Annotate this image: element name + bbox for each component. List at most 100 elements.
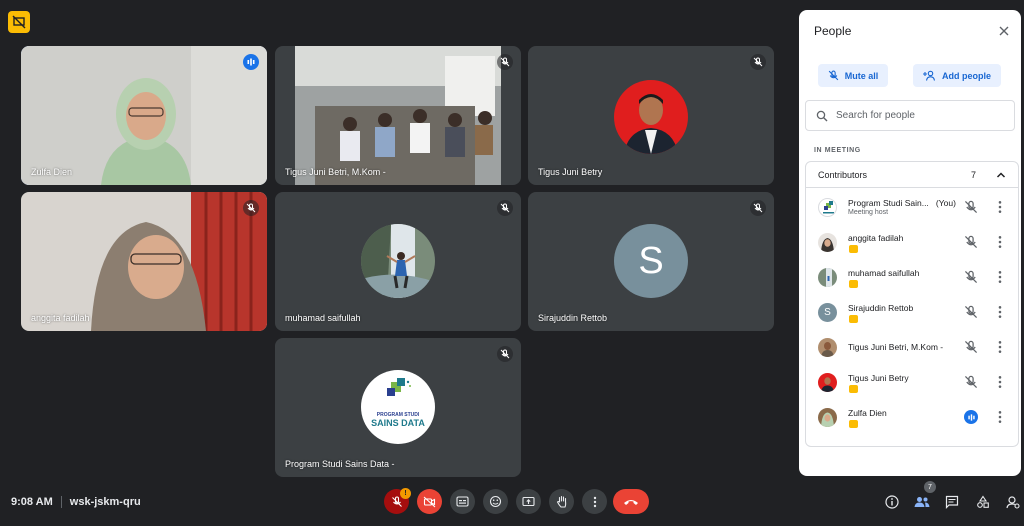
in-meeting-label: IN MEETING (814, 147, 861, 154)
participant-tile-zulfa-dien[interactable]: Zulfa Dien (21, 46, 267, 185)
search-input[interactable] (836, 110, 996, 121)
participant-name: Tigus Juni Betry (848, 373, 909, 383)
more-options-button[interactable] (582, 489, 607, 514)
participant-tile-program-studi-sains-data[interactable]: PROGRAM STUDI SAINS DATA Program Studi S… (275, 338, 521, 477)
participant-name: muhamad saifullah (285, 313, 361, 323)
add-people-button[interactable]: Add people (913, 64, 1001, 87)
chevron-up-icon (996, 172, 1006, 178)
participant-name: Tigus Juni Betri, M.Kom - (848, 342, 944, 352)
mic-off-icon (828, 70, 839, 81)
mic-off-icon[interactable] (964, 200, 978, 214)
close-icon[interactable] (997, 24, 1011, 38)
avatar-initial: S (638, 239, 664, 282)
search-box (805, 100, 1015, 131)
participant-row[interactable]: Tigus Juni Betri, M.Kom - (806, 332, 1018, 362)
participant-avatar (361, 224, 435, 298)
chat-button[interactable] (942, 492, 962, 512)
more-vert-icon[interactable] (996, 340, 1004, 354)
participant-avatar (614, 80, 688, 154)
present-button[interactable] (516, 489, 541, 514)
participant-row[interactable]: Tigus Juni Betry (806, 367, 1018, 397)
reactions-button[interactable] (483, 489, 508, 514)
people-count-badge: 7 (924, 481, 936, 493)
participant-avatar: S (614, 224, 688, 298)
participant-name: Sirajuddin Rettob (848, 303, 914, 313)
presentation-off-icon (849, 385, 858, 393)
more-vert-icon[interactable] (996, 200, 1004, 214)
participant-tile-sirajuddin-rettob[interactable]: S Sirajuddin Rettob (528, 192, 774, 331)
mic-off-icon[interactable] (964, 270, 978, 284)
participant-avatar (818, 268, 837, 287)
meeting-host-label: Meeting host (848, 209, 889, 216)
people-button[interactable] (912, 492, 932, 512)
participant-row[interactable]: anggita fadilah (806, 227, 1018, 257)
presentation-off-icon (849, 245, 858, 253)
participant-row[interactable]: Program Studi Sain... (You) Meeting host (806, 192, 1018, 222)
search-icon (816, 110, 828, 121)
end-call-icon (624, 499, 638, 505)
participant-video (21, 192, 267, 331)
meeting-code[interactable]: wsk-jskm-qru (70, 496, 141, 508)
contributors-label: Contributors (818, 170, 868, 180)
captions-button[interactable] (450, 489, 475, 514)
presentation-off-icon (849, 280, 858, 288)
participant-avatar (818, 338, 837, 357)
participant-name: Program Studi Sain... (You) (848, 198, 956, 208)
participant-avatar: PROGRAM STUDI SAINS DATA (361, 370, 435, 444)
activities-icon (977, 495, 989, 508)
clock-time: 9:08 AM (11, 496, 53, 508)
more-vert-icon[interactable] (996, 235, 1004, 249)
people-panel: People Mute all Add people IN MEETING Co… (799, 10, 1021, 476)
participant-name: Tigus Juni Betri, M.Kom - (285, 167, 386, 177)
host-controls-button[interactable] (1003, 492, 1023, 512)
participant-tile-tigus-juni-betri[interactable]: Tigus Juni Betri, M.Kom - (275, 46, 521, 185)
presentation-off-icon (8, 11, 30, 33)
camera-button[interactable] (417, 489, 442, 514)
participant-row[interactable]: S Sirajuddin Rettob (806, 297, 1018, 327)
speaking-indicator-icon (243, 54, 259, 70)
mic-off-icon[interactable] (964, 305, 978, 319)
host-controls-icon (1006, 496, 1020, 509)
more-vert-icon[interactable] (996, 270, 1004, 284)
more-vert-icon[interactable] (996, 410, 1004, 424)
participant-row[interactable]: muhamad saifullah (806, 262, 1018, 292)
participant-avatar (818, 373, 837, 392)
hand-icon (556, 495, 566, 508)
mic-off-icon (750, 200, 766, 216)
participant-tile-anggita-fadilah[interactable]: anggita fadilah (21, 192, 267, 331)
participant-name: Zulfa Dien (31, 167, 73, 177)
meeting-details: 9:08 AM wsk-jskm-qru (11, 496, 141, 508)
participant-name: Program Studi Sains Data - (285, 459, 395, 469)
emoji-icon (489, 495, 502, 508)
contributors-list: Contributors 7 Program Studi Sain... (Yo… (805, 161, 1019, 447)
meeting-info-button[interactable] (882, 492, 902, 512)
participant-video (21, 46, 267, 185)
participant-row[interactable]: Zulfa Dien (806, 402, 1018, 432)
contributors-header[interactable]: Contributors 7 (806, 162, 1018, 188)
participant-tile-tigus-juni-betry[interactable]: Tigus Juni Betry (528, 46, 774, 185)
leave-call-button[interactable] (613, 489, 649, 514)
speaking-indicator-icon (964, 410, 978, 424)
present-screen-icon (522, 496, 535, 506)
participant-video (295, 46, 501, 185)
camera-off-icon (423, 496, 436, 507)
participant-avatar (818, 408, 837, 427)
mic-off-icon[interactable] (964, 340, 978, 354)
participant-tile-muhamad-saifullah[interactable]: muhamad saifullah (275, 192, 521, 331)
more-vert-icon[interactable] (996, 305, 1004, 319)
activities-button[interactable] (973, 492, 993, 512)
panel-title: People (814, 24, 852, 38)
mic-off-icon[interactable] (964, 235, 978, 249)
mute-all-button[interactable]: Mute all (818, 64, 888, 87)
presentation-off-icon (849, 315, 858, 323)
mic-off-icon (497, 346, 513, 362)
participant-name: Tigus Juni Betry (538, 167, 603, 177)
raise-hand-button[interactable] (549, 489, 574, 514)
presentation-off-icon (849, 420, 858, 428)
participant-name: muhamad saifullah (848, 268, 920, 278)
more-vert-icon[interactable] (996, 375, 1004, 389)
participant-avatar (818, 198, 837, 217)
contributors-count: 7 (971, 170, 977, 180)
mic-off-icon (497, 54, 513, 70)
mic-off-icon[interactable] (964, 375, 978, 389)
